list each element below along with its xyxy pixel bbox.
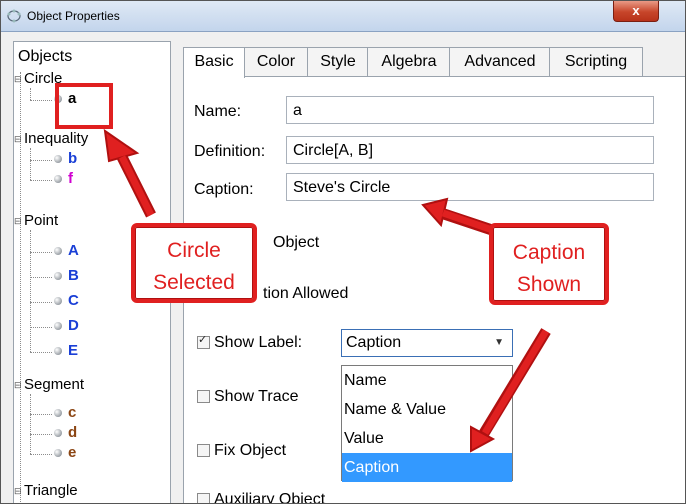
tab-basic[interactable]: Basic <box>183 47 245 78</box>
callout-circle-selected: Circle Selected <box>131 223 257 303</box>
callout-line-1: Circle <box>167 239 221 262</box>
callout-line-1: Caption <box>512 241 586 264</box>
callout-caption-shown: Caption Shown <box>489 223 609 305</box>
arrow-head-circle <box>103 128 140 163</box>
object-properties-window: Object Properties x Objects ⊟ Circle a ⊟ I… <box>0 0 686 504</box>
callout-line-2: Shown <box>516 273 582 296</box>
callout-line-2: Selected <box>153 271 235 294</box>
